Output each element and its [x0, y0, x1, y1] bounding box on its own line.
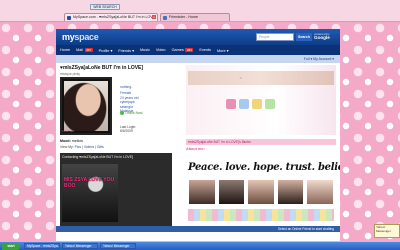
nav-label: Mail	[76, 48, 84, 52]
taskbar-item-browser[interactable]: MySpace - ♥mIsZSya...	[24, 243, 60, 249]
collage-photo[interactable]	[247, 179, 275, 205]
taskbar-item-messenger[interactable]: Yahoo! Messenger	[62, 243, 98, 249]
tab-label: Friendster - Home	[169, 15, 198, 19]
decorative-charm-row	[188, 209, 334, 221]
collage-photo[interactable]	[276, 179, 305, 205]
contact-graphic-text: MIS ZSYA LOVE YOU BOO	[64, 177, 115, 189]
logo-part-space: space	[74, 32, 99, 42]
taskbar-item-messenger[interactable]: Yahoo! Messenger	[100, 243, 136, 249]
banner-icon-row	[226, 99, 275, 109]
myspace-profile-page: myspace People Search powered by Google …	[56, 29, 340, 241]
tab-label: MySpace.com - ♥mIsZSya[aLoNe BUT I'm in …	[73, 15, 157, 19]
myspace-logo[interactable]: myspace	[62, 32, 99, 42]
profile-display-name: ♥mIsZSya[aLoNe BUT I'm in LOVE]	[60, 65, 144, 71]
nav-label: Games	[171, 48, 184, 52]
logo-part-my: my	[62, 32, 75, 42]
nav-label: More ▾	[216, 48, 229, 53]
online-now-label: Online Now!	[125, 111, 143, 115]
start-button[interactable]: start	[2, 242, 20, 250]
profile-banner	[186, 65, 336, 135]
account-subnav[interactable]: Full ▾ My Account ▾	[56, 55, 340, 63]
photo-caption: mIsZSyA	[62, 129, 75, 133]
games-count-badge: 284	[185, 48, 194, 52]
last-login: Last Login: 8/6/2009	[120, 125, 136, 133]
nav-events[interactable]: Events	[199, 48, 211, 52]
blurbs-heading: ♥mIsZSya[aLoNe BUT I'm in LOVE]'s Blurbs	[186, 139, 336, 145]
banner-eyes-image	[188, 71, 334, 85]
banner-flower-icon	[226, 99, 236, 109]
nav-label: Events	[199, 48, 211, 52]
google-logo: Google	[314, 35, 330, 40]
nav-profile[interactable]: Profile ▾	[99, 48, 113, 53]
view-my-label: View My:	[60, 145, 74, 149]
web-search-button[interactable]: WEB SEARCH	[90, 4, 120, 10]
nav-games[interactable]: Games 284	[172, 48, 194, 52]
google-badge: powered by Google	[314, 32, 338, 40]
collage-photo[interactable]	[306, 179, 334, 205]
contact-graphic[interactable]	[62, 164, 118, 222]
banner-bubble-icon	[239, 99, 249, 109]
nav-mail[interactable]: Mail 437	[76, 48, 93, 52]
nav-music[interactable]: Music	[140, 48, 150, 52]
about-me-heading: About me:	[186, 147, 205, 151]
chat-status-bar[interactable]: Select an Online Friend to start chattin…	[56, 226, 340, 232]
nav-home[interactable]: Home	[60, 48, 70, 52]
collage-photo[interactable]	[217, 179, 246, 205]
view-my-links: View My: Pics | Videos | Gifts	[60, 145, 104, 149]
nav-more[interactable]: More ▾	[217, 48, 229, 53]
nav-label: Profile ▾	[98, 48, 113, 53]
nav-label: Friends ▾	[118, 48, 134, 53]
mail-count-badge: 437	[84, 48, 93, 52]
online-status-icon	[120, 111, 124, 115]
nav-label: Music	[139, 48, 150, 52]
photo-collage	[188, 179, 334, 205]
browser-toolbar: WEB SEARCH MySpace.com - ♥mIsZSya[aLoNe …	[0, 0, 400, 22]
tab-friendster[interactable]: Friendster - Home	[160, 13, 230, 21]
search-input[interactable]: People	[256, 33, 294, 41]
profile-info: nothing.. Female 24 years old cyberjaya …	[120, 85, 170, 113]
main-navigation: Home Mail 437 Profile ▾ Friends ▾ Music V…	[56, 45, 340, 55]
profile-photo-image	[64, 81, 108, 131]
nav-friends[interactable]: Friends ▾	[118, 48, 134, 53]
view-pics-link[interactable]: Pics	[75, 145, 81, 149]
profile-photo[interactable]	[60, 77, 112, 135]
nav-label: Video	[155, 48, 166, 52]
view-videos-link[interactable]: Videos	[84, 145, 94, 149]
contact-title: Contacting ♥mIsZSya[aLoNe BUT I'm in LOV…	[62, 155, 134, 159]
view-gifts-link[interactable]: Gifts	[97, 145, 104, 149]
nav-label: Home	[60, 48, 71, 52]
tab-myspace[interactable]: MySpace.com - ♥mIsZSya[aLoNe BUT I'm in …	[64, 13, 158, 21]
banner-star-icon	[252, 99, 262, 109]
tab-close-icon[interactable]: x	[152, 15, 156, 19]
contact-box: Contacting ♥mIsZSya[aLoNe BUT I'm in LOV…	[60, 153, 172, 229]
mood-label: Mood:	[60, 139, 71, 143]
profile-tagline: missyue pinky	[60, 72, 81, 76]
collage-photo[interactable]	[188, 179, 216, 205]
taskbar: start MySpace - ♥mIsZSya... Yahoo! Messe…	[0, 242, 400, 250]
nav-video[interactable]: Video	[156, 48, 166, 52]
online-now-indicator: Online Now!	[120, 111, 143, 115]
friendster-favicon-icon	[163, 15, 167, 20]
myspace-header: myspace People Search powered by Google	[56, 29, 340, 45]
search-button[interactable]: Search	[296, 33, 312, 41]
messenger-popup[interactable]: Yahoo! Messenger	[374, 224, 400, 238]
last-login-date: 8/6/2009	[120, 129, 133, 134]
peace-love-graphic: Peace. love. hope. trust. believe.	[188, 162, 340, 173]
mood-line: Mood: mellow	[60, 139, 83, 143]
banner-leaf-icon	[265, 99, 275, 109]
mood-value: mellow	[71, 139, 83, 143]
myspace-favicon-icon	[67, 15, 71, 20]
